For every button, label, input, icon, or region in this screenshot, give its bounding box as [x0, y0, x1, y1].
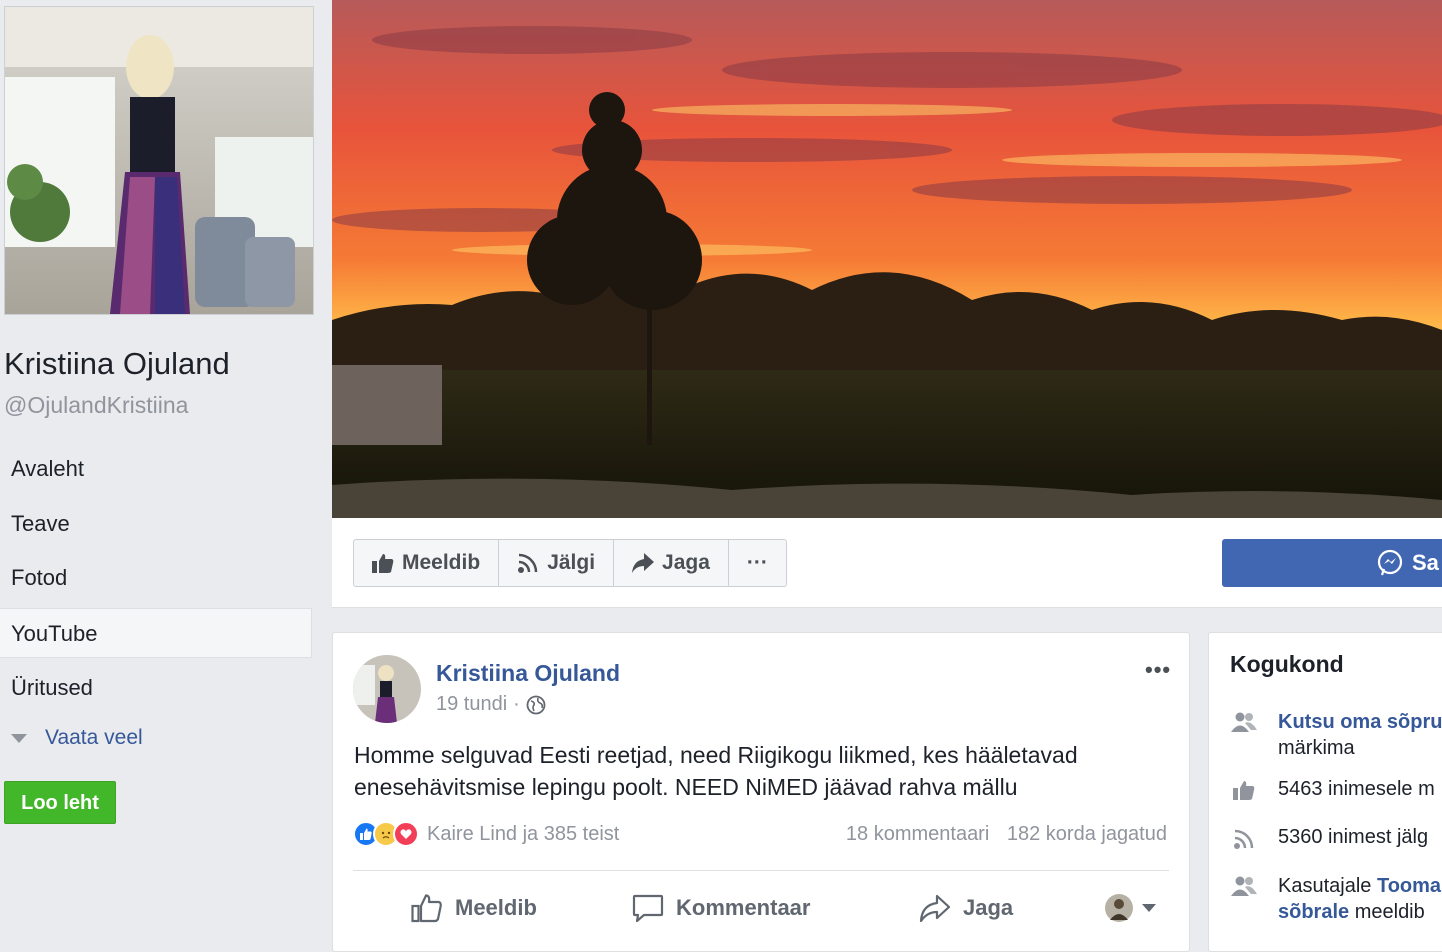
follows-count-row: 5360 inimest jälg: [1231, 826, 1428, 850]
post-action-bar: Meeldib Kommentaar Jaga: [353, 885, 1171, 931]
cover-photo[interactable]: [332, 0, 1442, 518]
post-like-label: Meeldib: [455, 895, 537, 920]
share-page-label: Jaga: [662, 551, 710, 574]
send-message-label: Sa: [1412, 550, 1439, 575]
more-options-button[interactable]: ···: [729, 540, 786, 586]
friend-likes-prefix: Kasutajale: [1278, 875, 1377, 897]
see-more-label: Vaata veel: [45, 726, 143, 749]
comment-icon: [632, 894, 664, 923]
page-action-bar: Meeldib Jälgi Jaga ··· Sa: [332, 518, 1442, 608]
post-card: Kristiina Ojuland 19 tundi · ••• Homme s…: [332, 632, 1190, 952]
thumbs-up-icon: [372, 554, 394, 573]
user-avatar-icon: [1105, 894, 1133, 922]
post-like-button[interactable]: Meeldib: [411, 885, 537, 931]
shares-count[interactable]: 182 korda jagatud: [1007, 823, 1167, 845]
profile-photo[interactable]: [4, 6, 314, 315]
post-share-button[interactable]: Jaga: [919, 885, 1013, 931]
love-reaction-icon: [393, 821, 419, 847]
post-divider: [353, 870, 1169, 871]
sidebar-item-youtube[interactable]: YouTube: [0, 608, 312, 659]
post-author-name[interactable]: Kristiina Ojuland: [436, 660, 620, 687]
left-sidebar: Kristiina Ojuland @OjulandKristiina Aval…: [0, 0, 332, 933]
post-stats: 18 kommentaari 182 korda jagatud: [846, 823, 1167, 846]
see-more-link[interactable]: Vaata veel: [11, 726, 143, 750]
post-meta: 19 tundi ·: [436, 693, 546, 716]
friends-icon: [1231, 876, 1257, 896]
rss-icon: [1234, 829, 1254, 849]
comments-count[interactable]: 18 kommentaari: [846, 823, 989, 845]
chevron-down-icon: [1142, 904, 1156, 912]
share-outline-icon: [919, 894, 951, 922]
likes-count: 5463 inimesele m: [1278, 778, 1435, 800]
caret-down-icon: [11, 733, 27, 743]
create-page-button[interactable]: Loo leht: [4, 781, 116, 824]
reactions-text: Kaire Lind ja 385 teist: [427, 822, 620, 845]
share-page-button[interactable]: Jaga: [614, 540, 729, 586]
rss-icon: [518, 553, 538, 573]
reactions-summary[interactable]: Kaire Lind ja 385 teist: [353, 821, 619, 847]
page-name[interactable]: Kristiina Ojuland: [4, 346, 230, 382]
friend-link[interactable]: sõbrale: [1278, 901, 1349, 923]
invite-friends-rest: märkima: [1278, 737, 1355, 759]
friends-icon: [1231, 712, 1257, 732]
post-comment-button[interactable]: Kommentaar: [632, 885, 810, 931]
friend-name-link[interactable]: Tooma: [1377, 875, 1441, 897]
follow-label: Jälgi: [547, 551, 596, 574]
friend-likes-suffix: meeldib: [1349, 901, 1425, 923]
messenger-icon: [1377, 549, 1403, 576]
like-page-button[interactable]: Meeldib: [354, 540, 500, 586]
community-card: Kogukond Kutsu oma sõpru märkima 5463 in…: [1208, 632, 1442, 952]
post-share-label: Jaga: [963, 895, 1014, 920]
post-comment-label: Kommentaar: [676, 895, 811, 920]
meta-separator: ·: [513, 693, 520, 715]
react-as-selector[interactable]: [1105, 885, 1169, 931]
post-text: Homme selguvad Eesti reetjad, need Riigi…: [354, 742, 1078, 800]
post-options-icon[interactable]: •••: [1145, 657, 1171, 683]
globe-icon: [526, 695, 546, 714]
post-author-avatar[interactable]: [353, 655, 421, 723]
thumbs-up-outline-icon: [411, 894, 442, 923]
sidebar-item-fotod[interactable]: Fotod: [0, 553, 312, 603]
follows-count: 5360 inimest jälg: [1278, 826, 1429, 848]
share-arrow-icon: [632, 553, 655, 573]
thumbs-up-icon: [1233, 781, 1255, 800]
like-page-label: Meeldib: [402, 551, 481, 574]
likes-count-row: 5463 inimesele m: [1231, 778, 1435, 801]
sidebar-item-teave[interactable]: Teave: [0, 499, 312, 549]
send-message-button[interactable]: Sa: [1222, 539, 1442, 587]
friend-likes-row: Kasutajale Tooma sõbrale meeldib: [1231, 873, 1441, 925]
invite-friends-row: Kutsu oma sõpru märkima: [1231, 709, 1442, 761]
sidebar-nav: Avaleht Teave Fotod YouTube Üritused: [0, 444, 312, 717]
community-title: Kogukond: [1230, 651, 1344, 677]
sidebar-item-avaleht[interactable]: Avaleht: [0, 444, 312, 494]
invite-friends-link[interactable]: Kutsu oma sõpru: [1278, 711, 1442, 733]
sidebar-item-uritused[interactable]: Üritused: [0, 663, 312, 713]
follow-button[interactable]: Jälgi: [499, 540, 615, 586]
post-timestamp[interactable]: 19 tundi: [436, 693, 507, 716]
page-action-buttons: Meeldib Jälgi Jaga ···: [353, 539, 787, 587]
more-dots-icon: ···: [746, 551, 768, 574]
page-handle: @OjulandKristiina: [4, 392, 189, 418]
